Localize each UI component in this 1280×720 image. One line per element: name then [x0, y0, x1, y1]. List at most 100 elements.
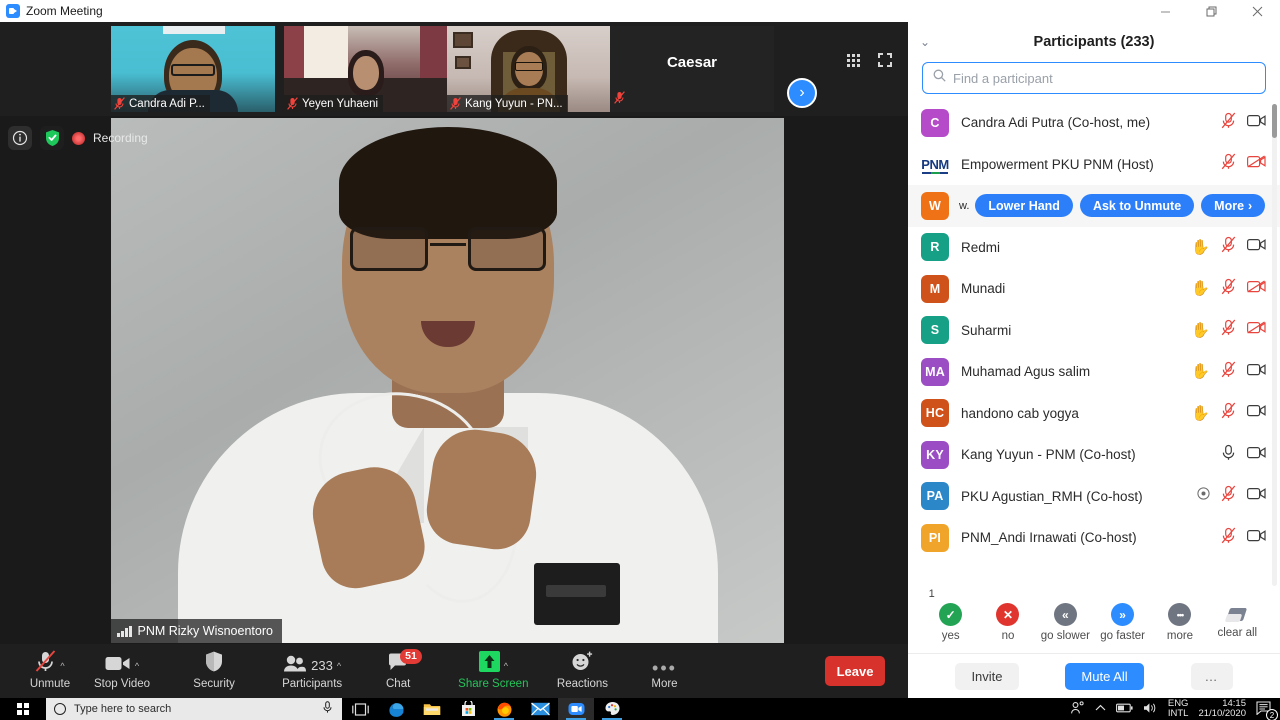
- more-button[interactable]: ••• More: [636, 644, 692, 698]
- next-page-button[interactable]: ›: [787, 78, 817, 108]
- microphone-icon[interactable]: [323, 701, 332, 717]
- search-input[interactable]: [953, 70, 1255, 86]
- reaction-no[interactable]: ✕ no: [982, 603, 1034, 642]
- microphone-muted-icon[interactable]: [1221, 153, 1236, 175]
- list-item[interactable]: S Suharmi ✋: [908, 310, 1280, 352]
- clock[interactable]: 14:15 21/10/2020: [1198, 699, 1246, 719]
- list-item[interactable]: PI PNM_Andi Irnawati (Co-host): [908, 517, 1280, 559]
- volume-icon[interactable]: [1143, 702, 1158, 717]
- microphone-muted-icon[interactable]: [1221, 236, 1236, 258]
- search-box[interactable]: [922, 62, 1266, 94]
- people-icon[interactable]: [1070, 700, 1085, 718]
- minimize-icon[interactable]: [1142, 0, 1188, 22]
- reactions-button[interactable]: Reactions: [554, 644, 610, 698]
- microphone-icon[interactable]: [1221, 444, 1236, 466]
- microphone-muted-icon[interactable]: [1221, 319, 1236, 341]
- taskbar-search[interactable]: Type here to search: [46, 698, 342, 720]
- participant-name: Redmi: [961, 239, 1001, 255]
- video-camera-muted-icon[interactable]: [1247, 321, 1266, 339]
- edge-icon[interactable]: [378, 698, 414, 720]
- list-item[interactable]: PA PKU Agustian_RMH (Co-host): [908, 476, 1280, 518]
- list-item[interactable]: W w. Lower Hand Ask to Unmute More ›: [908, 185, 1280, 227]
- list-item[interactable]: R Redmi ✋: [908, 227, 1280, 269]
- video-camera-icon[interactable]: [1247, 114, 1266, 132]
- participant-thumbnail[interactable]: Yeyen Yuhaeni: [284, 26, 448, 112]
- video-camera-icon[interactable]: [1247, 487, 1266, 505]
- chevron-up-icon[interactable]: [1095, 704, 1106, 715]
- reaction-more[interactable]: ••• more: [1154, 603, 1206, 642]
- list-item[interactable]: HC handono cab yogya ✋: [908, 393, 1280, 435]
- participants-button[interactable]: 233 ^ Participants: [282, 644, 342, 698]
- battery-icon[interactable]: [1115, 703, 1133, 716]
- task-view-icon[interactable]: [342, 698, 378, 720]
- microphone-muted-icon[interactable]: [1221, 361, 1236, 383]
- scrollbar-thumb[interactable]: [1272, 104, 1277, 138]
- video-camera-icon[interactable]: [1247, 238, 1266, 256]
- list-item[interactable]: M Munadi ✋: [908, 268, 1280, 310]
- list-item[interactable]: C Candra Adi Putra (Co-host, me): [908, 102, 1280, 144]
- participant-thumbnail[interactable]: Candra Adi P...: [111, 26, 275, 112]
- video-camera-icon[interactable]: [1247, 529, 1266, 547]
- windows-taskbar: Type here to search ENG INTL 14:15 21/10…: [0, 698, 1280, 720]
- reaction-go-slower[interactable]: « go slower: [1039, 603, 1091, 642]
- lower-hand-button[interactable]: Lower Hand: [975, 194, 1073, 218]
- reaction-go-faster[interactable]: » go faster: [1097, 603, 1149, 642]
- more-button[interactable]: More ›: [1201, 194, 1266, 218]
- thumbnail-name: Candra Adi P...: [111, 95, 210, 112]
- video-camera-icon[interactable]: [1247, 404, 1266, 422]
- video-camera-icon[interactable]: [1247, 446, 1266, 464]
- security-button[interactable]: Security: [186, 644, 242, 698]
- stop-video-button[interactable]: ^ Stop Video: [94, 644, 150, 698]
- active-speaker-video[interactable]: PNM Rizky Wisnoentoro: [111, 118, 784, 643]
- participants-scrollbar[interactable]: [1272, 104, 1277, 586]
- thumbnail-name: Yeyen Yuhaeni: [284, 95, 384, 112]
- language-indicator[interactable]: ENG INTL: [1168, 699, 1189, 719]
- video-camera-muted-icon[interactable]: [1247, 155, 1266, 173]
- zoom-icon[interactable]: [558, 698, 594, 720]
- invite-button[interactable]: Invite: [955, 662, 1019, 690]
- paint-icon[interactable]: [594, 698, 630, 720]
- notification-center-icon[interactable]: 2: [1256, 701, 1278, 720]
- fullscreen-icon[interactable]: [878, 53, 892, 67]
- mail-icon[interactable]: [522, 698, 558, 720]
- info-icon[interactable]: [8, 126, 32, 150]
- microphone-muted-icon[interactable]: [1221, 485, 1236, 507]
- gallery-view-icon[interactable]: [847, 53, 860, 67]
- avatar: MA: [921, 357, 949, 386]
- participant-thumbnail[interactable]: Caesar: [610, 26, 774, 112]
- microphone-muted-icon[interactable]: [1221, 112, 1236, 134]
- unmute-button[interactable]: ^ Unmute: [22, 644, 78, 698]
- microphone-muted-icon[interactable]: [1221, 278, 1236, 300]
- chevron-up-icon[interactable]: ^: [135, 661, 139, 671]
- chevron-up-icon[interactable]: ^: [60, 661, 64, 671]
- chevron-up-icon[interactable]: ^: [337, 661, 341, 671]
- leave-button[interactable]: Leave: [825, 656, 885, 686]
- microphone-muted-icon[interactable]: [1221, 402, 1236, 424]
- list-item[interactable]: KY Kang Yuyun - PNM (Co-host): [908, 434, 1280, 476]
- people-icon: [283, 655, 307, 675]
- panel-more-button[interactable]: …: [1190, 662, 1233, 690]
- participants-list[interactable]: C Candra Adi Putra (Co-host, me) PNM Emp…: [908, 102, 1280, 592]
- windows-start-icon[interactable]: [0, 698, 46, 720]
- mute-all-button[interactable]: Mute All: [1065, 662, 1144, 690]
- microphone-muted-icon[interactable]: [1221, 527, 1236, 549]
- firefox-icon[interactable]: [486, 698, 522, 720]
- video-camera-muted-icon[interactable]: [1247, 280, 1266, 298]
- shield-check-icon[interactable]: [40, 126, 64, 150]
- ask-to-unmute-button[interactable]: Ask to Unmute: [1079, 194, 1195, 218]
- close-icon[interactable]: [1234, 0, 1280, 22]
- chat-button[interactable]: 51 Chat: [370, 644, 426, 698]
- reaction-clear-all[interactable]: clear all: [1211, 606, 1263, 639]
- list-item[interactable]: PNM Empowerment PKU PNM (Host): [908, 144, 1280, 186]
- file-explorer-icon[interactable]: [414, 698, 450, 720]
- chevron-down-icon[interactable]: ⌄: [920, 35, 930, 49]
- participant-thumbnail[interactable]: Kang Yuyun - PN...: [447, 26, 611, 112]
- chevron-up-icon[interactable]: ^: [504, 661, 508, 671]
- list-item[interactable]: MA Muhamad Agus salim ✋: [908, 351, 1280, 393]
- restore-icon[interactable]: [1188, 0, 1234, 22]
- reaction-yes[interactable]: 1 ✓ yes: [925, 588, 977, 642]
- video-camera-icon[interactable]: [1247, 363, 1266, 381]
- share-screen-button[interactable]: ^ Share Screen: [458, 644, 528, 698]
- microsoft-store-icon[interactable]: [450, 698, 486, 720]
- reactions-bar: 1 ✓ yes ✕ no « go slower » go faster •••…: [908, 588, 1280, 654]
